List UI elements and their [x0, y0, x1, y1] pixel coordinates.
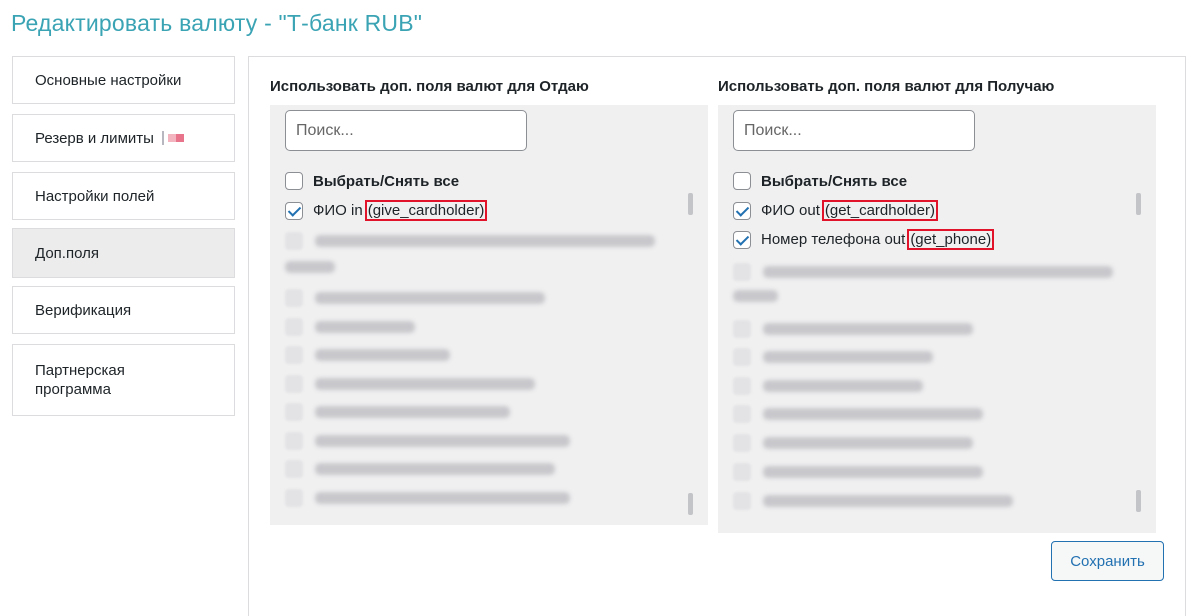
reserve-status-icon: [161, 131, 190, 145]
select-all-label: Выбрать/Снять все: [313, 172, 460, 190]
blurred-field-row: [733, 263, 1113, 281]
select-all-checkbox[interactable]: [733, 172, 751, 190]
blurred-field-row: [733, 377, 923, 395]
blurred-field-row: [285, 432, 570, 450]
tab-main-settings[interactable]: Основные настройки: [12, 56, 235, 104]
blurred-field-row: [285, 403, 510, 421]
tab-label: Верификация: [35, 301, 132, 319]
tab-reserve-limits[interactable]: Резерв и лимиты: [12, 114, 235, 162]
get-search-input[interactable]: [733, 110, 975, 151]
tab-field-settings[interactable]: Настройки полей: [12, 172, 235, 220]
page-title: Редактировать валюту - "Т-банк RUB": [11, 10, 423, 36]
get-column-title: Использовать доп. поля валют для Получаю: [718, 78, 1055, 95]
blurred-field-row: [285, 489, 570, 507]
give-fields-box: Выбрать/Снять все ФИО in (give_cardholde…: [270, 105, 708, 525]
give-column-title: Использовать доп. поля валют для Отдаю: [270, 78, 589, 95]
tab-label: Партнерская программа: [35, 362, 125, 398]
save-button[interactable]: Сохранить: [1051, 541, 1164, 581]
field-checkbox[interactable]: [285, 201, 303, 220]
give-scrollbar-top[interactable]: [688, 193, 693, 215]
give-select-all[interactable]: Выбрать/Снять все: [285, 172, 459, 190]
blurred-field-row: [733, 320, 973, 338]
blurred-field-row: [285, 460, 555, 478]
field-code: (give_cardholder): [364, 200, 488, 221]
tab-label: Доп.поля: [35, 244, 99, 262]
get-scrollbar-bottom[interactable]: [1136, 490, 1141, 512]
tab-verification[interactable]: Верификация: [12, 286, 235, 334]
tab-extra-fields[interactable]: Доп.поля: [12, 228, 235, 278]
give-search-input[interactable]: [285, 110, 527, 151]
field-code: (get_phone): [907, 229, 995, 250]
field-code: (get_cardholder): [821, 200, 938, 221]
blurred-field-row: [285, 232, 655, 250]
select-all-label: Выбрать/Снять все: [761, 172, 908, 190]
blurred-field-row: [733, 348, 933, 366]
blurred-field-row: [733, 290, 778, 302]
tab-label: Основные настройки: [35, 71, 182, 89]
blurred-field-row: [285, 375, 535, 393]
field-label: ФИО out: [761, 202, 820, 219]
get-scrollbar-top[interactable]: [1136, 193, 1141, 215]
blurred-field-row: [285, 318, 415, 336]
tab-label: Настройки полей: [35, 187, 155, 205]
blurred-field-row: [733, 405, 983, 423]
tab-partner-program[interactable]: Партнерская программа: [12, 344, 235, 416]
blurred-field-row: [285, 261, 335, 273]
field-checkbox[interactable]: [733, 230, 751, 249]
blurred-field-row: [285, 289, 545, 307]
field-label: ФИО in: [313, 202, 363, 219]
get-select-all[interactable]: Выбрать/Снять все: [733, 172, 907, 190]
get-field-phone[interactable]: Номер телефона out (get_phone): [733, 229, 995, 250]
field-checkbox[interactable]: [733, 201, 751, 220]
select-all-checkbox[interactable]: [285, 172, 303, 190]
tab-label: Резерв и лимиты: [35, 129, 154, 147]
give-field-cardholder[interactable]: ФИО in (give_cardholder): [285, 200, 488, 221]
get-field-cardholder[interactable]: ФИО out (get_cardholder): [733, 200, 938, 221]
blurred-field-row: [733, 434, 973, 452]
blurred-field-row: [733, 492, 1013, 510]
field-label: Номер телефона out: [761, 231, 906, 248]
get-fields-box: Выбрать/Снять все ФИО out (get_cardholde…: [718, 105, 1156, 533]
blurred-field-row: [733, 463, 983, 481]
give-scrollbar-bottom[interactable]: [688, 493, 693, 515]
blurred-field-row: [285, 346, 450, 364]
